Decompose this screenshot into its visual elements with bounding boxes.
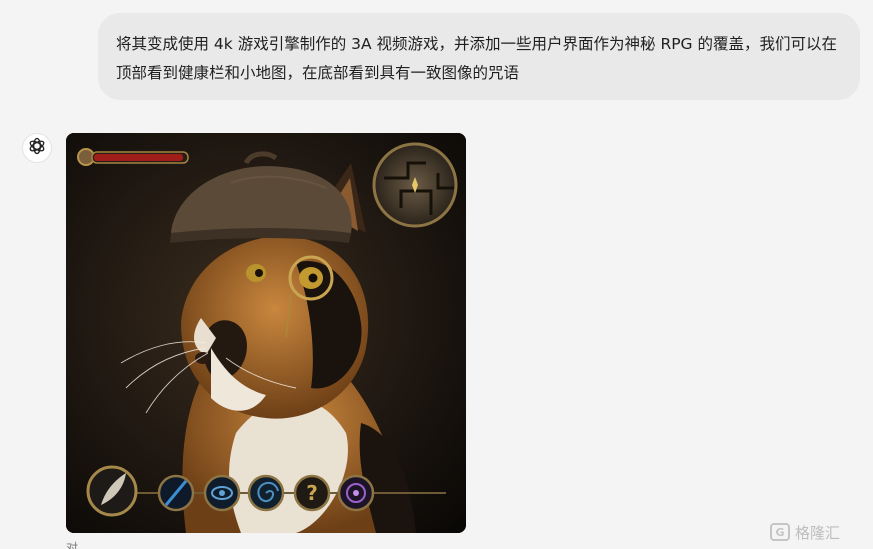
watermark-logo-icon: G (770, 523, 790, 541)
minimap-icon[interactable] (372, 142, 458, 228)
feather-icon[interactable] (86, 465, 138, 517)
blue-slash-icon[interactable] (157, 474, 195, 512)
eye-icon[interactable] (203, 474, 241, 512)
openai-logo-icon (27, 136, 47, 160)
assistant-text-fragment: 对 (66, 541, 79, 549)
assistant-avatar (22, 133, 52, 163)
watermark-text: 格隆汇 (795, 523, 841, 542)
user-message-text: 将其变成使用 4k 游戏引擎制作的 3A 视频游戏，并添加一些用户界面作为神秘 … (116, 35, 837, 82)
generated-game-image[interactable]: ? (66, 133, 466, 533)
purple-vortex-icon[interactable] (337, 474, 375, 512)
svg-text:?: ? (306, 481, 318, 505)
swirl-icon[interactable] (247, 474, 285, 512)
game-scene: ? (66, 133, 466, 533)
question-icon[interactable]: ? (293, 474, 331, 512)
watermark: G 格隆汇 (770, 520, 840, 544)
user-message-bubble: 将其变成使用 4k 游戏引擎制作的 3A 视频游戏，并添加一些用户界面作为神秘 … (98, 13, 860, 100)
